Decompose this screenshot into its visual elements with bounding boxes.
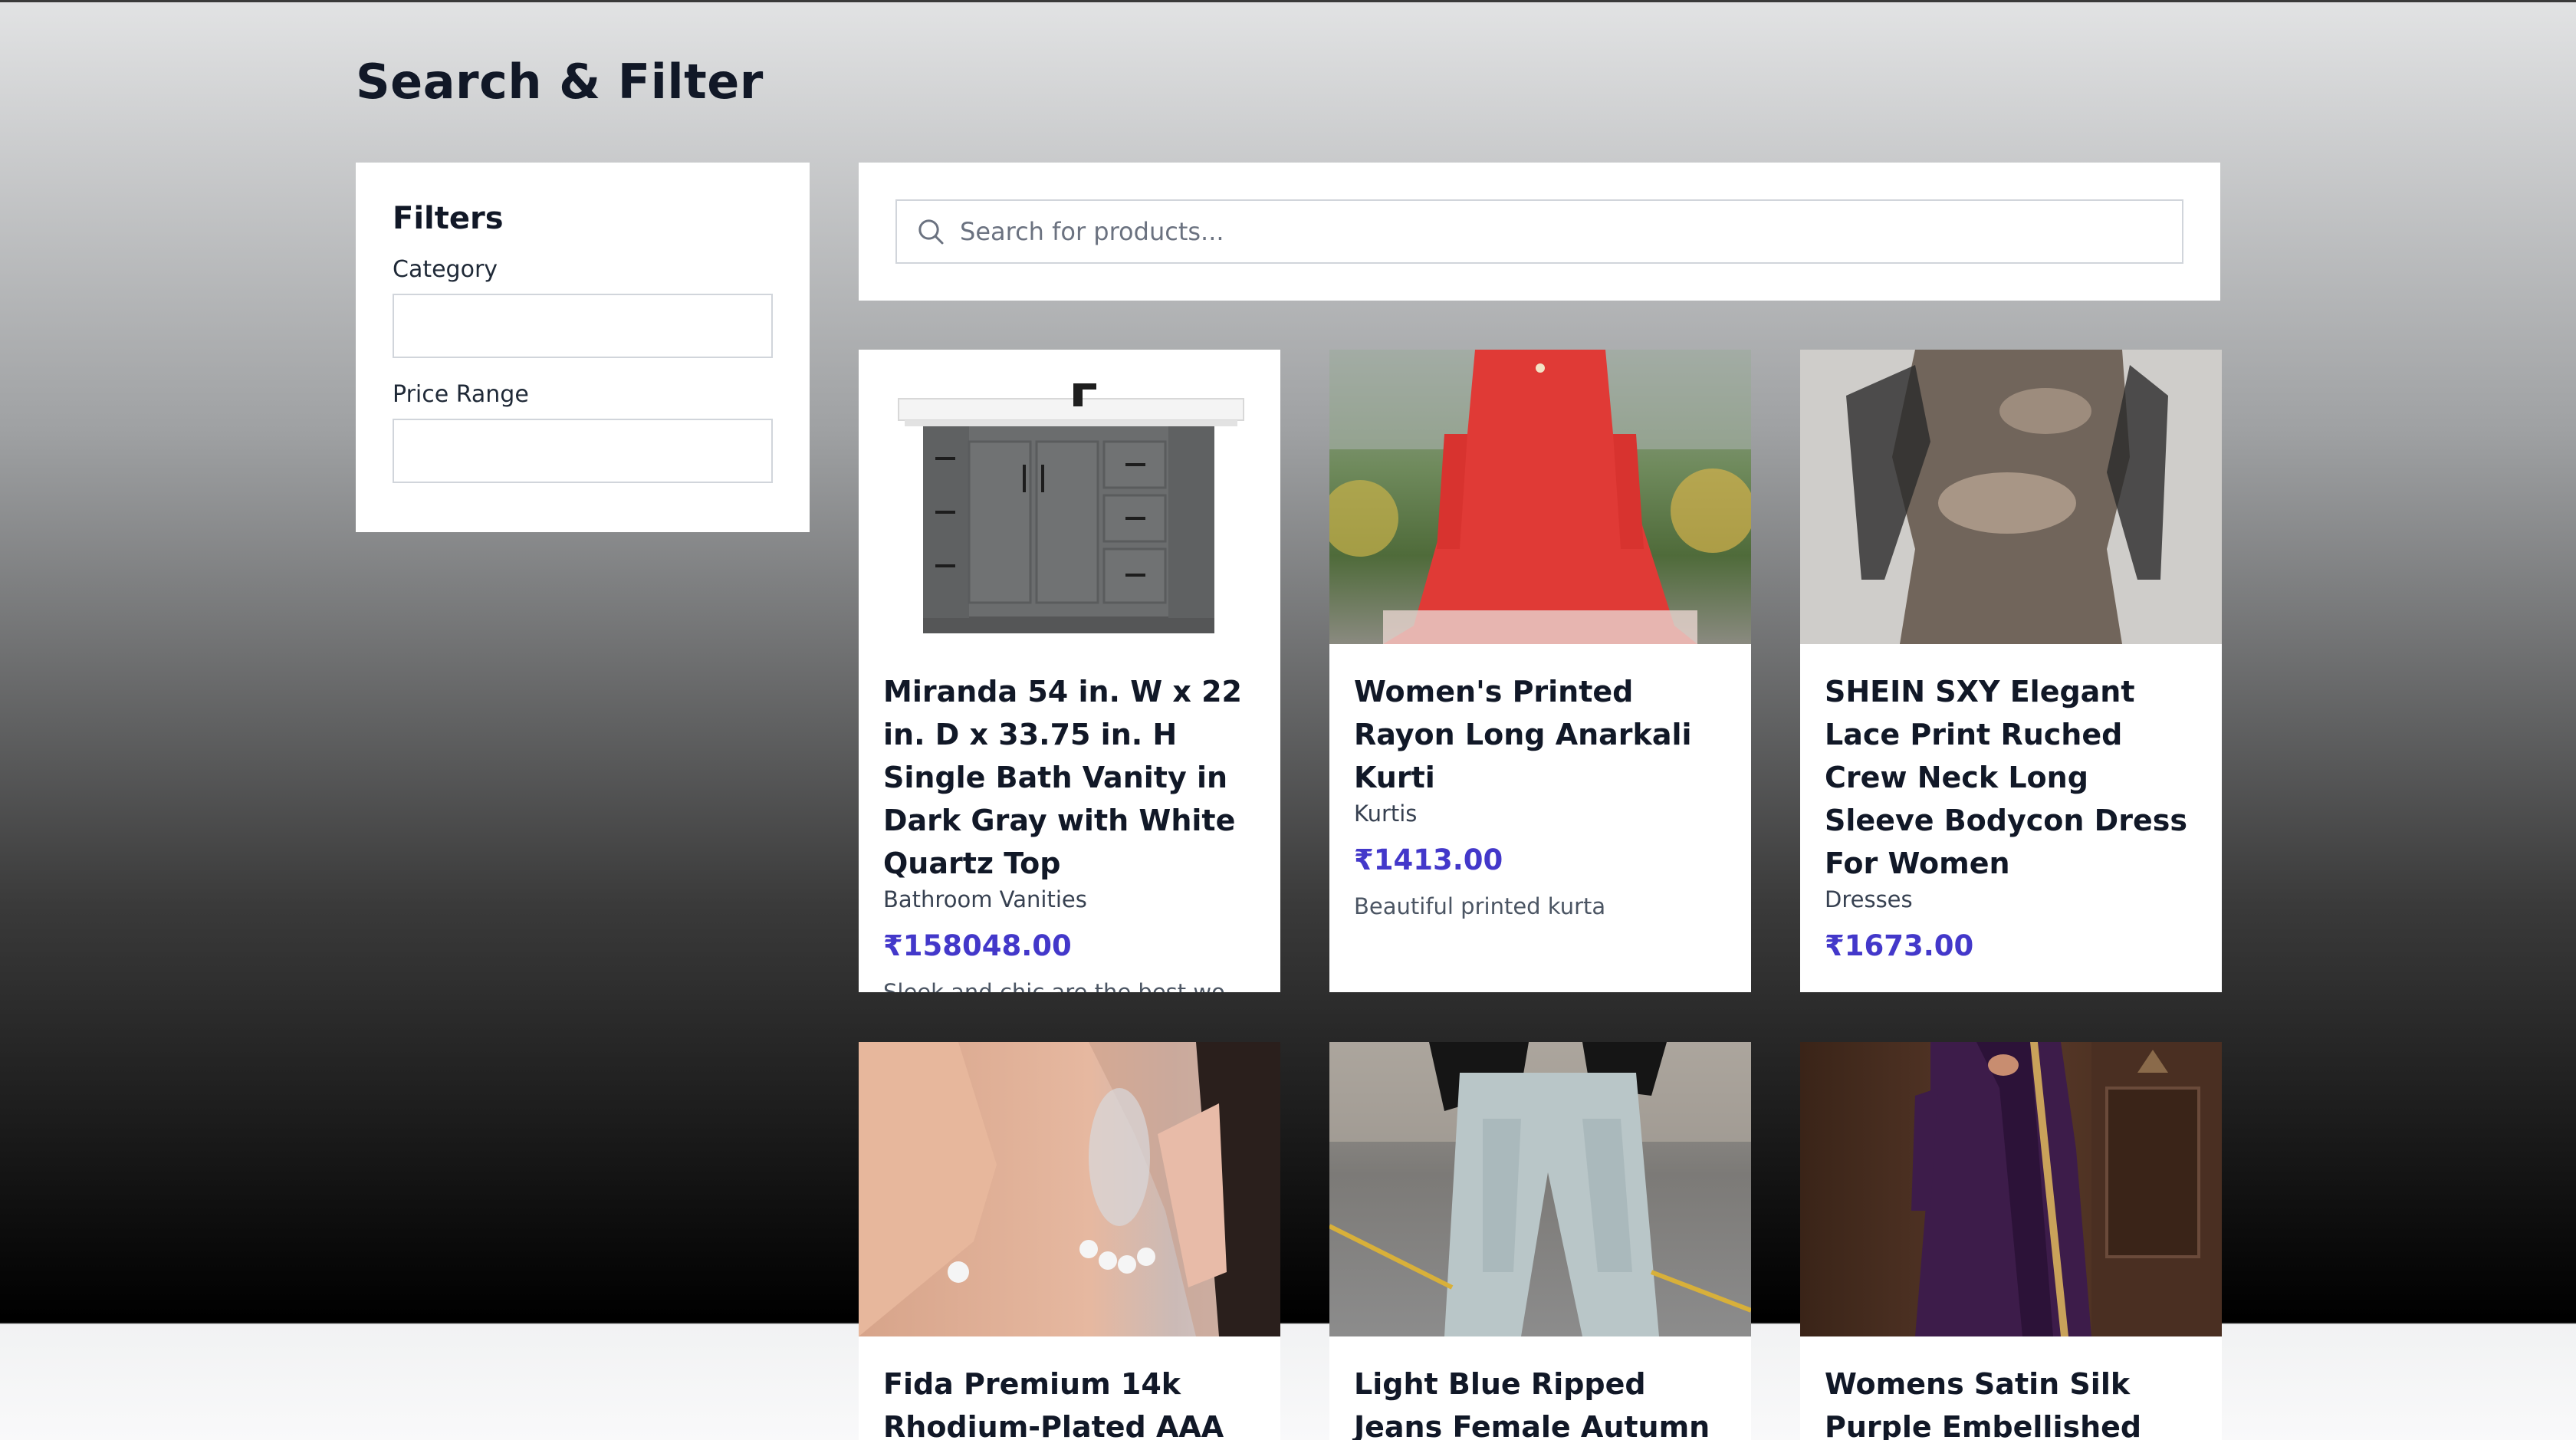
bath-vanity-image xyxy=(859,350,1280,644)
earring-image xyxy=(859,1042,1280,1336)
page-title: Search & Filter xyxy=(356,54,764,110)
category-label: Category xyxy=(393,256,498,283)
product-title: Women's Printed Rayon Long Anarkali Kurt… xyxy=(1354,675,1692,794)
window-top-border xyxy=(0,0,2576,2)
product-description: Sleek and chic are the best word... xyxy=(883,979,1256,992)
category-select[interactable] xyxy=(393,294,773,358)
price-range-select[interactable] xyxy=(393,419,773,483)
search-box[interactable] xyxy=(895,199,2183,264)
price-range-label: Price Range xyxy=(393,381,529,408)
product-title: Miranda 54 in. W x 22 in. D x 33.75 in. … xyxy=(883,675,1242,880)
product-title: Light Blue Ripped Jeans Female Autumn De… xyxy=(1354,1367,1710,1440)
product-card[interactable]: Miranda 54 in. W x 22 in. D x 33.75 in. … xyxy=(859,350,1280,992)
search-icon xyxy=(918,219,944,245)
saree-image xyxy=(1800,1042,2222,1336)
product-category: Bathroom Vanities xyxy=(883,886,1087,912)
product-title: SHEIN SXY Elegant Lace Print Ruched Crew… xyxy=(1825,675,2187,880)
product-title: Womens Satin Silk Purple Embellished Des… xyxy=(1825,1367,2142,1440)
product-card[interactable]: Fida Premium 14k Rhodium-Plated AAA xyxy=(859,1042,1280,1440)
product-price: ₹158048.00 xyxy=(883,929,1072,962)
product-title: Fida Premium 14k Rhodium-Plated AAA xyxy=(883,1367,1224,1440)
product-price: ₹1413.00 xyxy=(1354,843,1503,876)
jeans-image xyxy=(1329,1042,1751,1336)
lace-dress-image xyxy=(1800,350,2222,644)
search-panel xyxy=(859,163,2220,301)
product-description: Beautiful printed kurta xyxy=(1354,893,1606,919)
product-card[interactable]: Womens Satin Silk Purple Embellished Des… xyxy=(1800,1042,2222,1440)
product-card[interactable]: SHEIN SXY Elegant Lace Print Ruched Crew… xyxy=(1800,350,2222,992)
product-card[interactable]: Women's Printed Rayon Long Anarkali Kurt… xyxy=(1329,350,1751,992)
red-kurti-image xyxy=(1329,350,1751,644)
product-card[interactable]: Light Blue Ripped Jeans Female Autumn De… xyxy=(1329,1042,1751,1440)
filters-panel: Filters Category Price Range xyxy=(356,163,810,532)
filters-heading: Filters xyxy=(393,201,504,236)
product-category: Dresses xyxy=(1825,886,1913,912)
search-input[interactable] xyxy=(958,216,2111,247)
product-price: ₹1673.00 xyxy=(1825,929,1974,962)
product-category: Kurtis xyxy=(1354,801,1418,827)
